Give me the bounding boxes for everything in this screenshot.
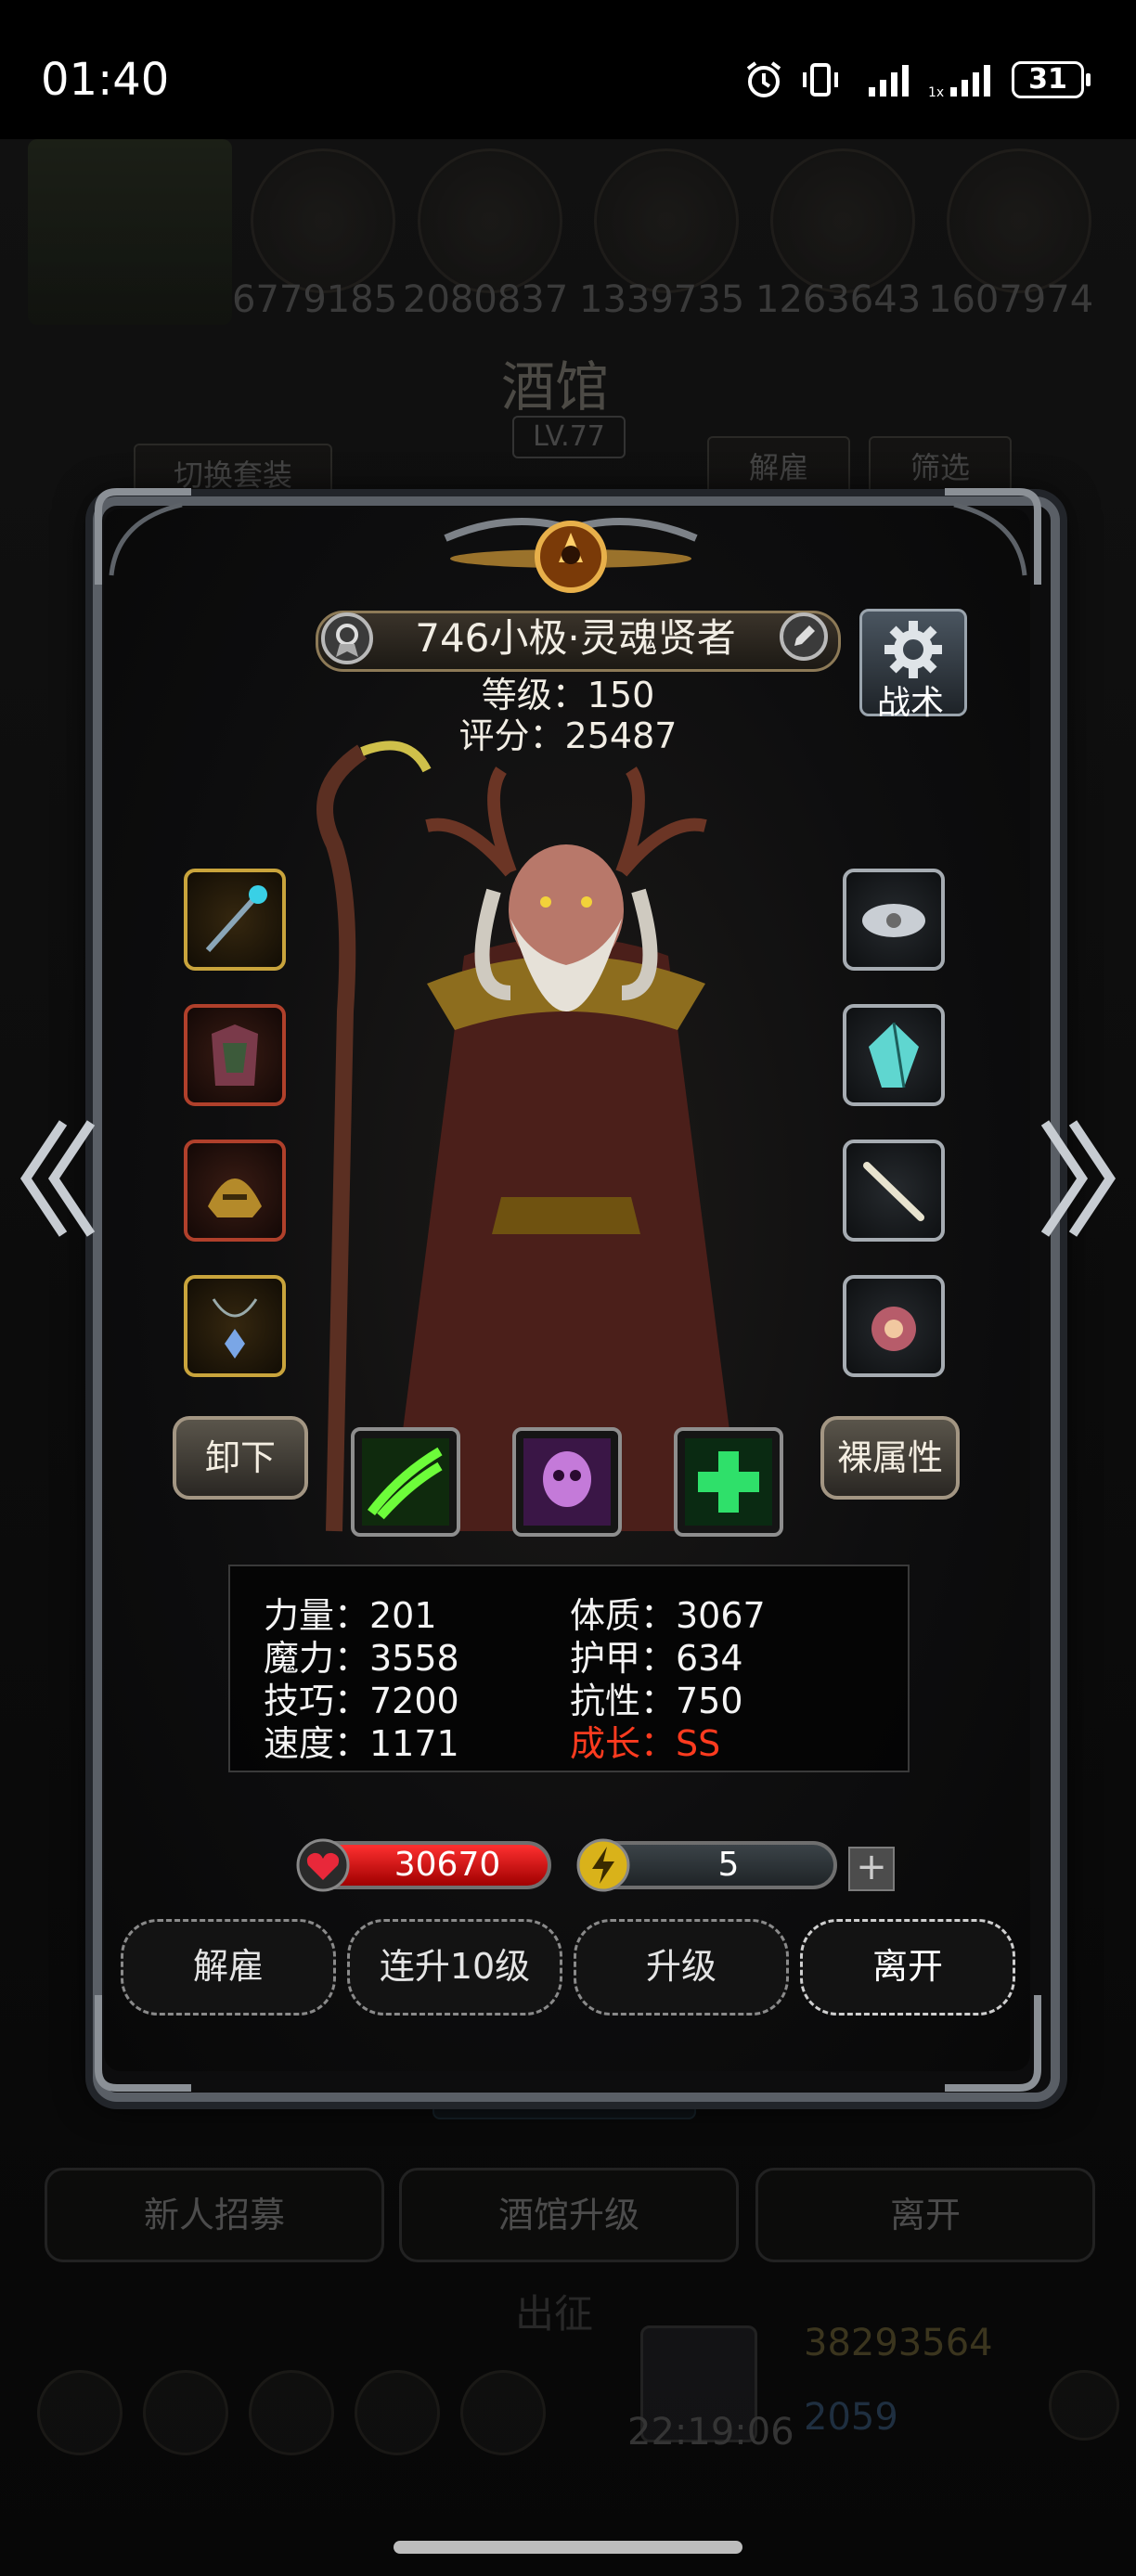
add-icon[interactable] (1049, 2370, 1119, 2441)
resource-slot-icon (251, 148, 395, 293)
staff-icon (205, 885, 267, 953)
skill-slot-2[interactable] (512, 1427, 622, 1537)
tavern-title: 酒馆 (501, 355, 610, 419)
dismiss-button[interactable]: 解雇 (121, 1919, 336, 2016)
medal-icon[interactable] (316, 607, 379, 670)
eye-orb-icon (871, 1307, 916, 1351)
resource-count: 1607974 (928, 278, 1094, 321)
vibrate-icon (803, 63, 838, 97)
resource-count: 2080837 (403, 278, 569, 321)
armor-icon (212, 1024, 258, 1086)
crystal-icon (869, 1022, 919, 1088)
hero-portrait (316, 741, 742, 1532)
svg-text:1x: 1x (928, 85, 944, 100)
alarm-icon (746, 61, 781, 97)
menu-icon[interactable] (460, 2370, 546, 2455)
heart-icon (296, 1838, 350, 1892)
clock: 01:40 (41, 54, 170, 106)
gear-icon (884, 621, 942, 678)
expedition-label: 出征 (515, 2291, 594, 2337)
level-up-button[interactable]: 升级 (574, 1919, 789, 2016)
edit-icon[interactable] (776, 609, 832, 664)
cloud-icon (862, 904, 925, 937)
accessory-slot-2[interactable] (843, 1004, 945, 1106)
bare-attributes-button[interactable]: 裸属性 (820, 1416, 960, 1500)
emblem-icon (444, 518, 698, 593)
tavern-level-badge: LV.77 (512, 416, 626, 458)
add-energy-button[interactable]: + (848, 1847, 895, 1891)
leave-button[interactable]: 离开 (800, 1919, 1015, 2016)
lightning-icon (576, 1838, 630, 1892)
resource-count: 6779185 (232, 278, 398, 321)
bone-icon (863, 1162, 924, 1221)
stats-panel: 力量：201 体质：3067 魔力：3558 护甲：634 技巧：7200 抗性… (228, 1565, 910, 1772)
signal-icon (869, 65, 909, 97)
amulet-icon (212, 1298, 258, 1359)
skill-slot-1[interactable] (351, 1427, 460, 1537)
gold-count: 38293564 (804, 2322, 993, 2364)
green-cross-icon (685, 1438, 772, 1526)
leave-tavern-button[interactable]: 离开 (755, 2168, 1095, 2262)
resource-slot-icon (594, 148, 739, 293)
helmet-slot[interactable] (184, 1140, 286, 1242)
menu-icon[interactable] (143, 2370, 228, 2455)
stat-growth: 成长：SS (570, 1723, 721, 1764)
dismiss-bg-button[interactable]: 解雇 (707, 436, 850, 499)
accessory-slot-3[interactable] (843, 1140, 945, 1242)
menu-icon[interactable] (249, 2370, 334, 2455)
corner-ornament-icon (95, 488, 191, 585)
gem-count: 2059 (804, 2396, 898, 2439)
accessory-slot-4[interactable] (843, 1275, 945, 1377)
stat-speed: 速度：1171 (264, 1723, 459, 1764)
menu-icon[interactable] (355, 2370, 440, 2455)
green-claw-icon (362, 1438, 449, 1526)
previous-hero-arrow-icon[interactable] (17, 1114, 100, 1243)
upgrade-tavern-button[interactable]: 酒馆升级 (399, 2168, 739, 2262)
tactics-label: 战术 (876, 684, 944, 722)
purple-skull-icon (523, 1438, 611, 1526)
resource-count: 1339735 (579, 278, 745, 321)
bottom-timer: 22:19:06 (627, 2411, 794, 2454)
resource-slot-icon (418, 148, 562, 293)
resource-count: 1263643 (755, 278, 922, 321)
amulet-slot[interactable] (184, 1275, 286, 1377)
level-up-10-button[interactable]: 连升10级 (347, 1919, 562, 2016)
next-hero-arrow-icon[interactable] (1036, 1114, 1119, 1243)
menu-icon[interactable] (37, 2370, 123, 2455)
background-scene-thumbnail (28, 139, 232, 325)
accessory-slot-1[interactable] (843, 869, 945, 971)
signal-icon-2: 1x (928, 65, 990, 100)
unequip-button[interactable]: 卸下 (173, 1416, 308, 1500)
skill-slot-3[interactable] (674, 1427, 783, 1537)
weapon-slot[interactable] (184, 869, 286, 971)
battery-indicator: 31 (1012, 61, 1091, 98)
armor-slot[interactable] (184, 1004, 286, 1106)
corner-ornament-icon (945, 488, 1041, 585)
status-bar: 01:40 1x 31 (0, 0, 1136, 139)
hero-name: 746小极·灵魂贤者 (415, 615, 736, 661)
recruit-button[interactable]: 新人招募 (45, 2168, 384, 2262)
helmet-icon (208, 1179, 262, 1217)
resource-slot-icon (947, 148, 1091, 293)
home-indicator[interactable] (394, 2541, 742, 2554)
energy-value: 5 (717, 1846, 740, 1884)
hp-value: 30670 (394, 1846, 501, 1884)
resource-slot-icon (770, 148, 915, 293)
